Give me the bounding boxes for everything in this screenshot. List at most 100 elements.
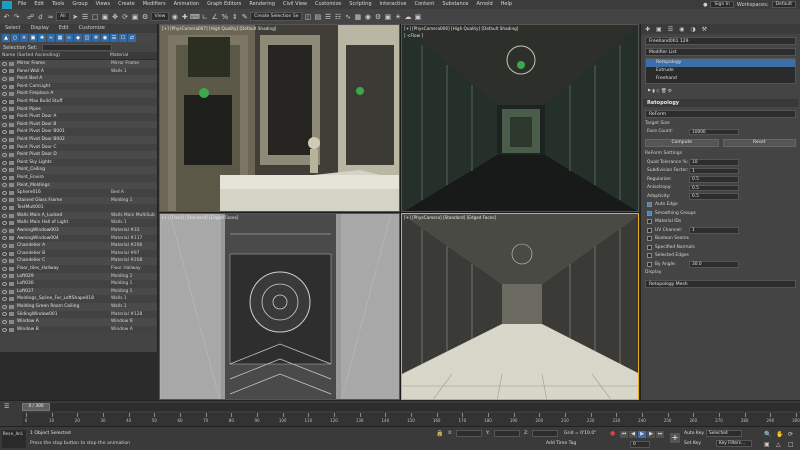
by-angle-input[interactable]: 30.0	[689, 261, 739, 268]
se-menu-select[interactable]: Select	[0, 24, 25, 33]
menu-rendering[interactable]: Rendering	[245, 0, 279, 9]
visibility-eye-icon[interactable]	[2, 327, 7, 332]
unlink-icon[interactable]: ☌	[36, 11, 45, 22]
material-editor-icon[interactable]: ◉	[363, 11, 372, 22]
percent-snap-icon[interactable]: %	[220, 11, 229, 22]
window-crossing-icon[interactable]: ▣	[101, 11, 110, 22]
bind-spacewarp-icon[interactable]: ≈	[46, 11, 55, 22]
maximize-viewport-icon[interactable]: □	[788, 441, 794, 448]
visibility-eye-icon[interactable]	[2, 228, 7, 233]
key-filters-button[interactable]: Key Filters...	[716, 440, 752, 447]
adaptivity-input[interactable]: 0.5	[689, 193, 739, 200]
named-selection-select[interactable]: Create Selection Se	[250, 12, 303, 21]
selected-dropdown[interactable]: Selected	[706, 430, 742, 437]
scene-explorer-row[interactable]: Loft029 Molding 1	[0, 272, 157, 281]
hierarchy-tab-icon[interactable]: ☰	[668, 26, 673, 33]
mirror-icon[interactable]: ◫	[303, 11, 312, 22]
a360-gallery-icon[interactable]: ▣	[413, 11, 422, 22]
se-menu-customize[interactable]: Customize	[74, 24, 110, 33]
scene-explorer-row[interactable]: Point_Enviro	[0, 173, 157, 182]
curve-editor-icon[interactable]: ∿	[343, 11, 352, 22]
display-invert-icon[interactable]: ⇄	[128, 34, 136, 42]
menu-civil-view[interactable]: Civil View	[279, 0, 311, 9]
menu-file[interactable]: File	[14, 0, 30, 9]
scene-explorer-row[interactable]: Chandelier A Material #206	[0, 242, 157, 250]
time-slider-thumb[interactable]: 0 / 300	[22, 403, 50, 411]
render-cloud-icon[interactable]: ☁	[403, 11, 412, 22]
viewport-label-top-left[interactable]: [+] [PhysCamera007] [High Quality] [Defa…	[162, 26, 276, 31]
scene-explorer-row[interactable]: Walls Main Hall of Light Walls 1	[0, 219, 157, 228]
go-to-start-icon[interactable]: ⏮	[620, 431, 628, 438]
scene-explorer-row[interactable]: Point Pivot Door C	[0, 143, 157, 152]
boolean-seams-checkbox[interactable]	[647, 236, 652, 242]
filter-hidden-icon[interactable]: ◉	[101, 34, 109, 42]
visibility-eye-icon[interactable]	[2, 198, 7, 203]
anisotropy-input[interactable]: 0.5	[689, 184, 739, 191]
specified-normals-checkbox[interactable]	[647, 244, 652, 250]
app-logo-icon[interactable]	[2, 0, 12, 9]
visibility-eye-icon[interactable]	[2, 175, 7, 180]
scene-explorer-row[interactable]: Window A Window B	[0, 318, 157, 326]
stack-item-freehand[interactable]: Freehand	[646, 75, 795, 83]
menu-views[interactable]: Views	[92, 0, 114, 9]
maxscript-listener[interactable]: Rese_Ani	[2, 430, 26, 448]
subdivision-input[interactable]: 1	[689, 167, 739, 174]
scene-explorer-row[interactable]: Sphere016 Bed A	[0, 189, 157, 197]
visibility-eye-icon[interactable]	[2, 259, 7, 264]
motion-tab-icon[interactable]: ◉	[679, 26, 684, 33]
scene-explorer-row[interactable]: Loft037 Molding 1	[0, 287, 157, 296]
spinner-snap-icon[interactable]: ⇕	[230, 11, 239, 22]
visibility-eye-icon[interactable]	[2, 289, 7, 294]
visibility-eye-icon[interactable]	[2, 282, 7, 287]
menu-tools[interactable]: Tools	[48, 0, 68, 9]
move-icon[interactable]: ✥	[111, 11, 120, 22]
pan-icon[interactable]: ✋	[776, 431, 783, 438]
y-coord-field[interactable]	[494, 430, 520, 437]
scene-explorer-row[interactable]: AwningWindow004 Material #117	[0, 234, 157, 243]
scene-explorer-row[interactable]: Point Fireplace A	[0, 90, 157, 98]
scene-explorer-row[interactable]: TestMult001	[0, 204, 157, 212]
visibility-eye-icon[interactable]	[2, 76, 7, 81]
create-tab-icon[interactable]: ✚	[645, 26, 650, 33]
sign-in-button[interactable]: Sign In	[710, 1, 734, 8]
viewport-top-right[interactable]: [+] [PhysCamera006] [High Quality] [Defa…	[401, 24, 639, 212]
filter-frozen-icon[interactable]: ❄	[92, 34, 100, 42]
utilities-tab-icon[interactable]: ⚒	[702, 26, 707, 33]
undo-icon[interactable]: ↶	[2, 11, 11, 22]
menu-edit[interactable]: Edit	[30, 0, 48, 9]
menu-group[interactable]: Group	[68, 0, 91, 9]
link-icon[interactable]: ☍	[26, 11, 35, 22]
visibility-eye-icon[interactable]	[2, 152, 7, 157]
visibility-eye-icon[interactable]	[2, 160, 7, 165]
filter-cameras-icon[interactable]: ▣	[29, 34, 37, 42]
x-coord-field[interactable]	[456, 430, 482, 437]
menu-scripting[interactable]: Scripting	[345, 0, 375, 9]
selected-edges-checkbox[interactable]	[647, 253, 652, 259]
visibility-eye-icon[interactable]	[2, 213, 7, 218]
scene-explorer-row[interactable]: AwningWindow003 Material #33	[0, 227, 157, 235]
menu-graph-editors[interactable]: Graph Editors	[203, 0, 245, 9]
rect-selection-icon[interactable]: □	[91, 11, 100, 22]
scene-explorer-row[interactable]: Loft030 Molding 1	[0, 280, 157, 288]
place-icon[interactable]: ⚙	[141, 11, 150, 22]
orbit-icon[interactable]: ⟳	[788, 431, 793, 438]
quad-tolerance-input[interactable]: 10	[689, 159, 739, 166]
menu-help[interactable]: Help	[497, 0, 516, 9]
visibility-eye-icon[interactable]	[2, 61, 7, 66]
filter-xrefs-icon[interactable]: ∞	[65, 34, 73, 42]
filter-spacewarps-icon[interactable]: ≈	[47, 34, 55, 42]
visibility-eye-icon[interactable]	[2, 266, 7, 271]
reset-button[interactable]: Reset	[722, 139, 796, 147]
menu-customize[interactable]: Customize	[311, 0, 345, 9]
selection-filter-select[interactable]: All	[56, 12, 70, 21]
visibility-eye-icon[interactable]	[2, 92, 7, 97]
modify-tab-icon[interactable]: ▣	[656, 26, 662, 33]
menu-interactive[interactable]: Interactive	[376, 0, 411, 9]
snaps-toggle-icon[interactable]: ∟	[200, 11, 209, 22]
scene-explorer-row[interactable]: Mirror Frame Mirror Frame	[0, 60, 157, 68]
visibility-eye-icon[interactable]	[2, 297, 7, 302]
redo-icon[interactable]: ↷	[12, 11, 21, 22]
viewport-label-bottom-right[interactable]: [+] [PhysCamera] [Standard] [Edged Faces…	[404, 215, 496, 220]
visibility-eye-icon[interactable]	[2, 107, 7, 112]
layer-explorer-icon[interactable]: ☰	[323, 11, 332, 22]
